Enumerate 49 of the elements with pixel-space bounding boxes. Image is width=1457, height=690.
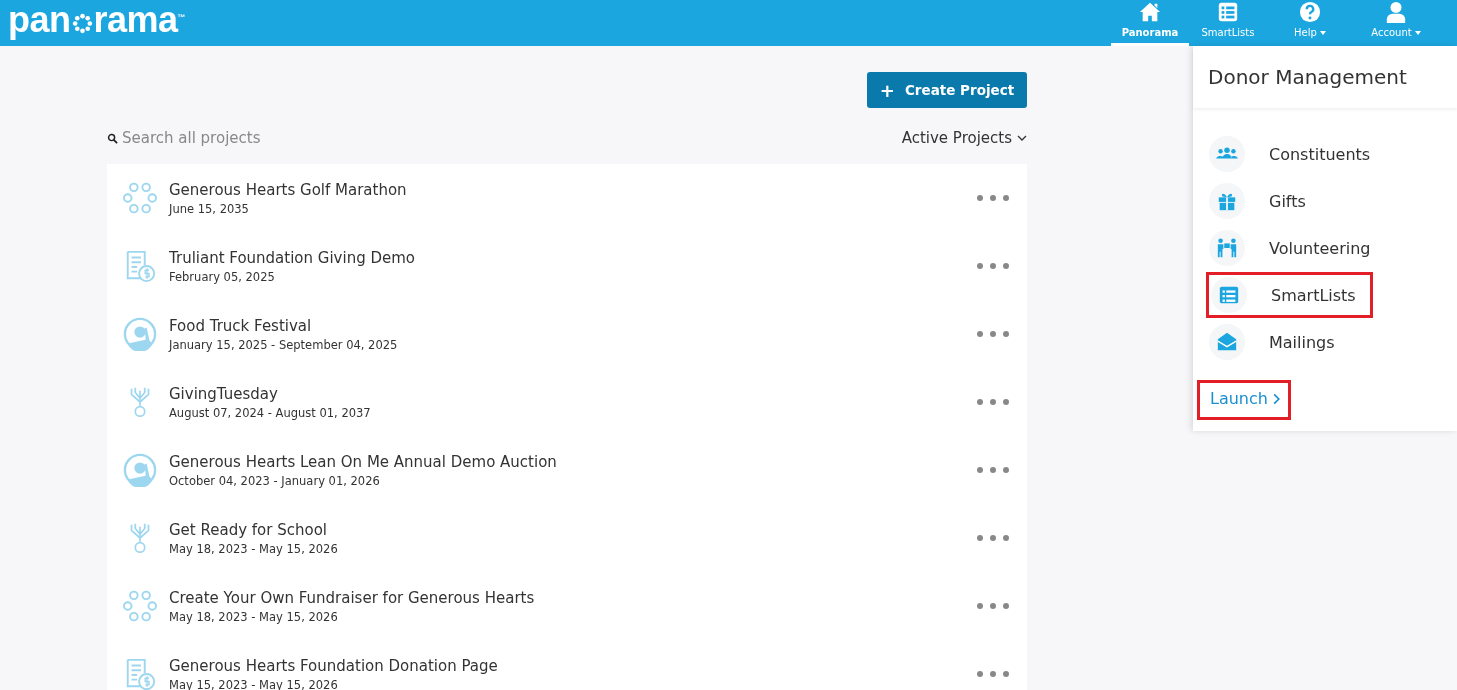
chevron-down-icon [1017,135,1027,141]
project-title[interactable]: Create Your Own Fundraiser for Generous Hearts [169,588,973,607]
project-title[interactable]: Generous Hearts Golf Marathon [169,180,973,199]
project-dates: May 18, 2023 - May 15, 2026 [169,609,339,624]
project-dates: February 05, 2025 [169,269,276,284]
home-icon [1139,1,1161,23]
more-icon [977,603,1009,609]
module-link[interactable]: Gifts [1204,183,1311,219]
project-title[interactable]: GivingTuesday [169,384,973,403]
caret-icon [1319,30,1326,35]
person-circle-icon [123,453,157,487]
project-filter-dropdown[interactable]: Active Projects [901,129,1027,147]
ring-network-icon [123,589,157,623]
dot-ring-icon [71,12,93,34]
people-carrying-box-icon [1216,237,1238,259]
module-link[interactable]: Volunteering [1204,230,1376,266]
project-title[interactable]: Generous Hearts Foundation Donation Page [169,656,973,675]
more-icon [977,263,1009,269]
project-dates: October 04, 2023 - January 01, 2026 [169,473,381,488]
project-title[interactable]: Get Ready for School [169,520,973,539]
ring-network-icon [123,181,157,215]
panel-title: Donor Management [1208,65,1407,89]
project-dates: August 07, 2024 - August 01, 2037 [169,405,372,420]
project-dates: May 18, 2023 - May 15, 2026 [169,541,339,556]
more-icon [977,331,1009,337]
envelope-icon [1216,331,1238,353]
project-dates: June 15, 2035 [169,201,250,216]
project-dates: May 15, 2023 - May 15, 2026 [169,677,339,690]
more-icon [977,671,1009,677]
module-link[interactable]: SmartLists [1206,272,1373,318]
project-title[interactable]: Truliant Foundation Giving Demo [169,248,973,267]
chevron-right-icon [1272,392,1280,405]
caret-icon [1414,30,1421,35]
project-title[interactable]: Food Truck Festival [169,316,973,335]
project-title[interactable]: Generous Hearts Lean On Me Annual Demo Auction [169,452,973,471]
project-dates: January 15, 2025 - September 04, 2025 [169,337,399,352]
search-field[interactable]: Search all projects [107,129,322,147]
module-link[interactable]: Constituents [1204,136,1376,172]
more-icon [977,467,1009,473]
create-project-button[interactable]: + Create Project [867,72,1027,108]
search-icon [107,132,118,144]
launch-link[interactable]: Launch [1197,380,1291,420]
more-icon [977,195,1009,201]
person-circle-icon [123,317,157,351]
list-icon [1218,284,1240,306]
module-link[interactable]: Mailings [1204,324,1340,360]
user-icon [1385,1,1407,23]
more-icon [977,535,1009,541]
more-icon [977,399,1009,405]
